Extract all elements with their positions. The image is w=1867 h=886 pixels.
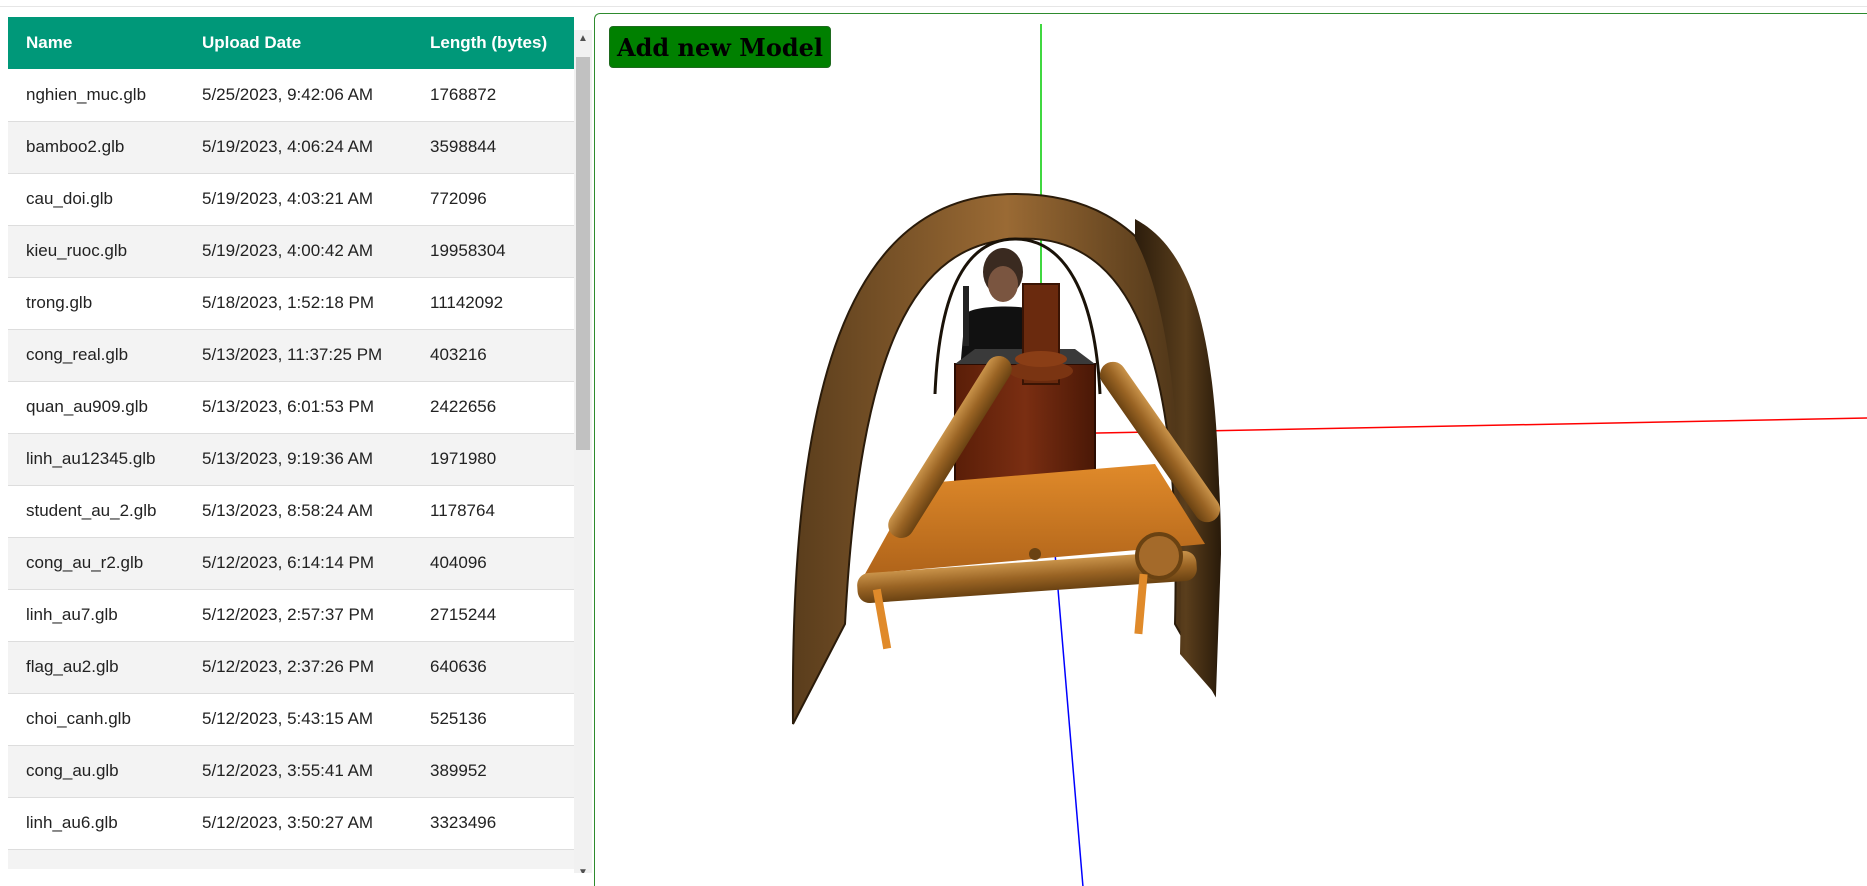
cell-name: student_au_2.glb — [8, 485, 184, 538]
cell-length: 1971980 — [412, 433, 574, 486]
cell-length: 2422656 — [412, 381, 574, 434]
top-bar — [0, 0, 1867, 7]
cell-name: choi_canh.glb — [8, 693, 184, 746]
table-header-row: Name Upload Date Length (bytes) — [8, 17, 574, 69]
cell-upload-date: 5/18/2023, 1:52:18 PM — [184, 277, 412, 330]
cell-name: cau_doi.glb — [8, 173, 184, 226]
table-row[interactable]: bamboo2.glb 5/19/2023, 4:06:24 AM 3598844 — [8, 121, 574, 174]
cell-name: quan_au909.glb — [8, 381, 184, 434]
cell-upload-date: 5/19/2023, 4:03:21 AM — [184, 173, 412, 226]
column-header-name: Name — [8, 17, 184, 69]
table-row[interactable]: linh_au7.glb 5/12/2023, 2:57:37 PM 2715244 — [8, 589, 574, 642]
cell-length: 11142092 — [412, 277, 574, 330]
table-row[interactable]: cong_real.glb 5/13/2023, 11:37:25 PM 40321… — [8, 329, 574, 382]
cell-length: 404096 — [412, 537, 574, 590]
table-row[interactable]: kieu_ruoc.glb 5/19/2023, 4:00:42 AM 199583… — [8, 225, 574, 278]
table-row[interactable]: nghien_muc.glb 5/25/2023, 9:42:06 AM 17688… — [8, 69, 574, 122]
models-table-container: Name Upload Date Length (bytes) nghien_m… — [8, 17, 574, 869]
table-row[interactable]: choi_canh.glb 5/12/2023, 5:43:15 AM 525136 — [8, 693, 574, 746]
cell-upload-date: 5/13/2023, 8:58:24 AM — [184, 485, 412, 538]
cell-length: 3323496 — [412, 797, 574, 850]
model-viewer-canvas[interactable]: Add new Model — [594, 13, 1867, 886]
cell-length: 389952 — [412, 745, 574, 798]
table-row[interactable] — [8, 849, 574, 869]
cell-length: 2715244 — [412, 589, 574, 642]
arrow-down-icon[interactable]: ▼ — [574, 864, 592, 873]
cell-upload-date: 5/12/2023, 2:37:26 PM — [184, 641, 412, 694]
cell-length: 525136 — [412, 693, 574, 746]
cell-upload-date: 5/19/2023, 4:00:42 AM — [184, 225, 412, 278]
cell-upload-date: 5/12/2023, 2:57:37 PM — [184, 589, 412, 642]
table-row[interactable]: cong_au_r2.glb 5/12/2023, 6:14:14 PM 40409… — [8, 537, 574, 590]
cell-length: 1768872 — [412, 69, 574, 122]
cell-upload-date: 5/12/2023, 3:50:27 AM — [184, 797, 412, 850]
table-scrollbar[interactable]: ▲ ▼ — [574, 30, 592, 873]
log-end-right — [1135, 532, 1183, 580]
scene-svg — [791, 24, 1867, 886]
cell-upload-date — [184, 849, 412, 869]
table-row[interactable]: trong.glb 5/18/2023, 1:52:18 PM 11142092 — [8, 277, 574, 330]
cell-length: 19958304 — [412, 225, 574, 278]
cell-upload-date: 5/12/2023, 5:43:15 AM — [184, 693, 412, 746]
models-panel: Name Upload Date Length (bytes) nghien_m… — [0, 13, 592, 873]
cell-name: bamboo2.glb — [8, 121, 184, 174]
cell-name: linh_au7.glb — [8, 589, 184, 642]
cell-length: 1178764 — [412, 485, 574, 538]
cell-upload-date: 5/13/2023, 11:37:25 PM — [184, 329, 412, 382]
cell-upload-date: 5/12/2023, 6:14:14 PM — [184, 537, 412, 590]
cell-name: linh_au12345.glb — [8, 433, 184, 486]
column-header-upload-date: Upload Date — [184, 17, 412, 69]
add-new-model-button[interactable]: Add new Model — [609, 26, 832, 68]
table-row[interactable]: quan_au909.glb 5/13/2023, 6:01:53 PM 24226… — [8, 381, 574, 434]
table-row[interactable]: cong_au.glb 5/12/2023, 3:55:41 AM 389952 — [8, 745, 574, 798]
cell-length — [412, 849, 574, 869]
scrollbar-thumb[interactable] — [576, 57, 590, 450]
table-row[interactable]: linh_au12345.glb 5/13/2023, 9:19:36 AM 197… — [8, 433, 574, 486]
cell-name: linh_au6.glb — [8, 797, 184, 850]
cell-upload-date: 5/13/2023, 6:01:53 PM — [184, 381, 412, 434]
cell-length: 772096 — [412, 173, 574, 226]
table-row[interactable]: student_au_2.glb 5/13/2023, 8:58:24 AM 117… — [8, 485, 574, 538]
log-end-left — [1029, 548, 1041, 560]
table-row[interactable]: cau_doi.glb 5/19/2023, 4:03:21 AM 772096 — [8, 173, 574, 226]
cell-name: cong_au_r2.glb — [8, 537, 184, 590]
cell-name: flag_au2.glb — [8, 641, 184, 694]
cell-name: trong.glb — [8, 277, 184, 330]
cell-upload-date: 5/13/2023, 9:19:36 AM — [184, 433, 412, 486]
table-row[interactable]: flag_au2.glb 5/12/2023, 2:37:26 PM 640636 — [8, 641, 574, 694]
cell-name: cong_au.glb — [8, 745, 184, 798]
cell-length: 640636 — [412, 641, 574, 694]
cell-name: cong_real.glb — [8, 329, 184, 382]
cell-name — [8, 849, 184, 869]
cell-upload-date: 5/19/2023, 4:06:24 AM — [184, 121, 412, 174]
cell-name: kieu_ruoc.glb — [8, 225, 184, 278]
cell-length: 403216 — [412, 329, 574, 382]
cell-upload-date: 5/25/2023, 9:42:06 AM — [184, 69, 412, 122]
cell-upload-date: 5/12/2023, 3:55:41 AM — [184, 745, 412, 798]
cell-name: nghien_muc.glb — [8, 69, 184, 122]
arrow-up-icon[interactable]: ▲ — [574, 30, 592, 48]
column-header-length: Length (bytes) — [412, 17, 574, 69]
cell-length: 3598844 — [412, 121, 574, 174]
models-table: Name Upload Date Length (bytes) nghien_m… — [8, 17, 574, 869]
table-row[interactable]: linh_au6.glb 5/12/2023, 3:50:27 AM 3323496 — [8, 797, 574, 850]
